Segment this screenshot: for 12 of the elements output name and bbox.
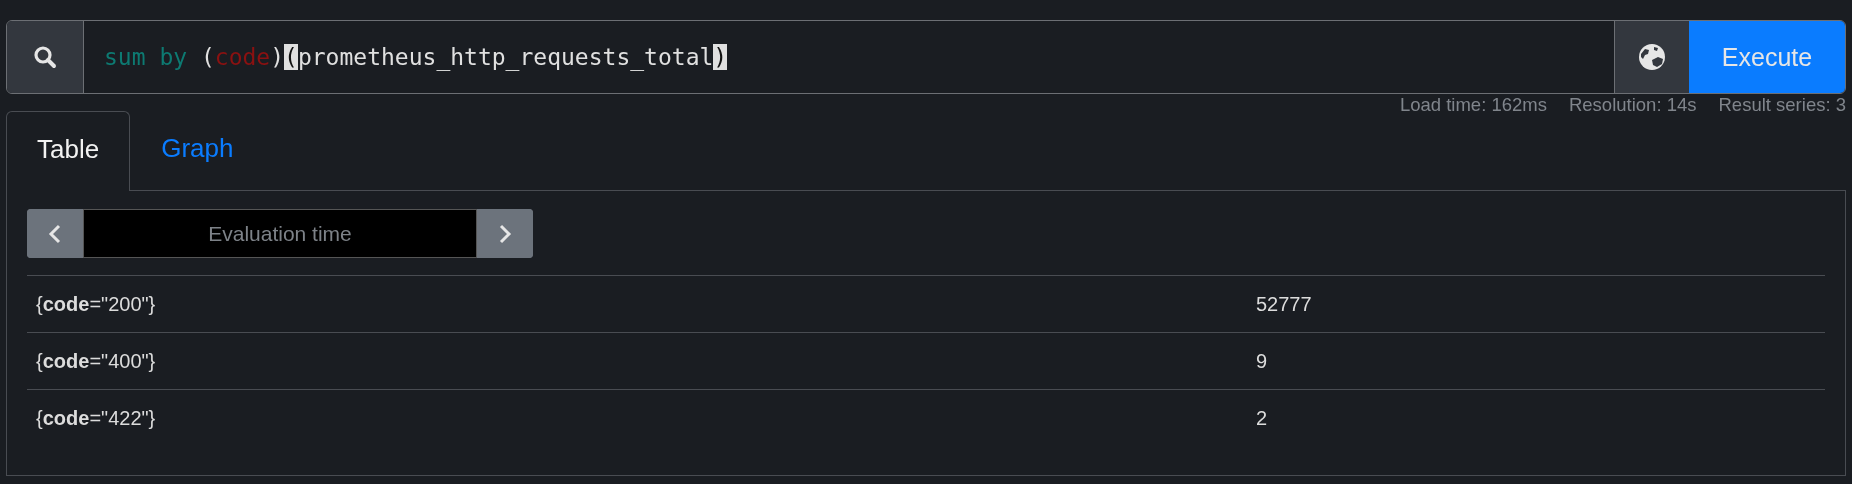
value-cell: 2 [1256,406,1268,430]
stat-text: Load time: 162ms [1399,94,1547,116]
series-cell-text: {code="400"} [35,349,157,373]
value-cell: 52777 [1256,292,1312,316]
value-cell: 9 [1256,349,1268,373]
tab[interactable]: Table [6,111,131,191]
series-cell-text: {code="200"} [35,292,157,316]
stat-text: Result series: 3 [1718,94,1846,116]
tab[interactable]: Graph [130,110,265,190]
series-cell-text: {code="422"} [35,406,157,430]
evaluation-time-field[interactable]: Evaluation time [83,209,477,258]
stat-text: Resolution: 14s [1568,94,1697,116]
